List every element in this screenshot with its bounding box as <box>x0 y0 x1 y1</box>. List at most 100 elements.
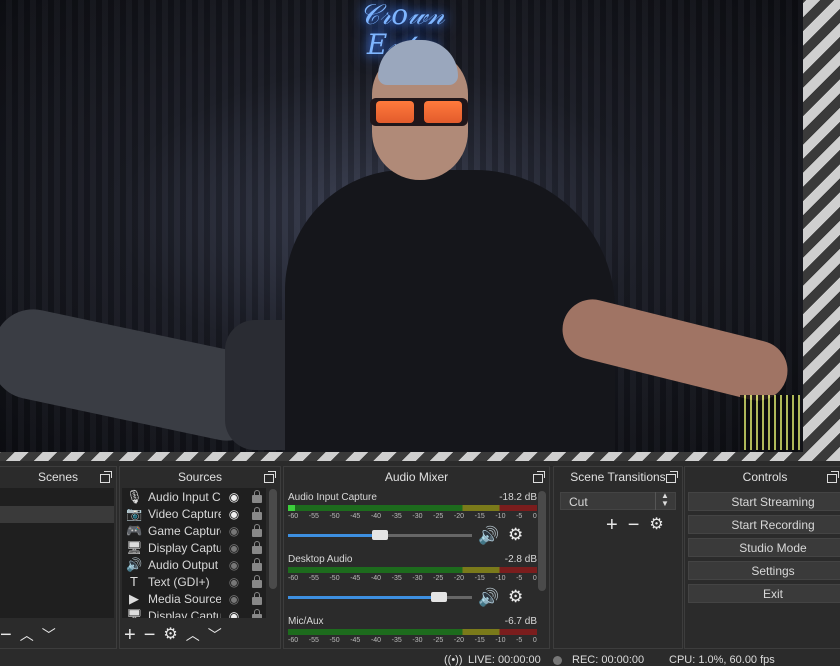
play-icon: ▶ <box>129 590 139 606</box>
sources-dock: Sources 🎙 Audio Input Ca ◉ 📷 Video Capture I… <box>119 466 281 649</box>
lock-icon[interactable] <box>252 609 262 618</box>
meter-tick: -35 <box>391 637 402 644</box>
studio-mode-button[interactable]: Studio Mode <box>688 538 840 557</box>
meter-tick: -55 <box>308 637 319 644</box>
meter-tick: 0 <box>532 513 537 520</box>
start-recording-button[interactable]: Start Recording <box>688 515 840 534</box>
lock-icon[interactable] <box>252 575 262 588</box>
spinner-icon[interactable]: ▲ ▼ <box>655 492 674 510</box>
mixer-channel: Desktop Audio -2.8 dB -60 -55 -50 -45 -40 -35 -3… <box>288 554 537 614</box>
eye-hidden-icon[interactable]: ◉ <box>226 592 242 606</box>
source-item[interactable]: 📷 Video Capture I ◉ <box>122 505 266 522</box>
gear-icon[interactable]: ⚙ <box>508 587 523 607</box>
sunglasses <box>370 98 468 126</box>
meter-tick: -60 <box>288 637 299 644</box>
video-preview: 𝒞𝓇𝑜𝓌𝓃𝐸𝓍𝓉𝓇𝒶 <box>0 0 803 452</box>
channel-db: -6.7 dB <box>504 616 537 627</box>
lock-icon[interactable] <box>252 558 262 571</box>
move-up-icon[interactable]: ︿ <box>186 625 200 645</box>
meter-tick: -20 <box>453 513 464 520</box>
add-transition-icon[interactable]: + <box>606 515 618 535</box>
meter-tick: -10 <box>495 575 506 582</box>
meter-tick: -15 <box>474 575 485 582</box>
gear-icon[interactable]: ⚙ <box>508 525 523 545</box>
eye-hidden-icon[interactable]: ◉ <box>226 541 242 555</box>
eye-icon[interactable]: ◉ <box>226 490 242 504</box>
eye-hidden-icon[interactable]: ◉ <box>226 575 242 589</box>
undock-icon[interactable] <box>827 471 839 483</box>
source-item[interactable]: 🎙 Audio Input Ca ◉ <box>122 488 266 505</box>
meter-tick: -30 <box>412 637 423 644</box>
eye-icon[interactable]: ◉ <box>226 609 242 619</box>
cpu-fps: CPU: 1.0%, 60.00 fps <box>669 654 775 666</box>
add-source-icon[interactable]: + <box>124 625 136 645</box>
live-timer: LIVE: 00:00:00 <box>468 654 541 666</box>
eye-hidden-icon[interactable]: ◉ <box>226 558 242 572</box>
source-item[interactable]: 🖥 Display Capture ◉ <box>122 607 266 618</box>
source-label: Game Capture <box>148 523 221 538</box>
meter-tick: -50 <box>329 637 340 644</box>
source-list[interactable]: 🎙 Audio Input Ca ◉ 📷 Video Capture I ◉ 🎮 Game C… <box>122 488 266 618</box>
remove-scene-icon[interactable]: − <box>0 625 12 645</box>
gear-icon[interactable]: ⚙ <box>163 625 177 645</box>
broadcast-icon: ((•)) <box>444 654 463 666</box>
controls-title: Controls <box>742 470 788 484</box>
settings-button[interactable]: Settings <box>688 561 840 580</box>
move-up-icon[interactable]: ︿ <box>20 625 34 645</box>
source-item[interactable]: T Text (GDI+) ◉ <box>122 573 266 590</box>
slider-handle[interactable] <box>430 592 447 602</box>
gear-icon[interactable]: ⚙ <box>649 515 663 535</box>
move-down-icon[interactable]: ﹀ <box>42 625 56 645</box>
start-streaming-button[interactable]: Start Streaming <box>688 492 840 511</box>
keyboard <box>740 395 800 450</box>
lock-icon[interactable] <box>252 592 262 605</box>
eye-icon[interactable]: ◉ <box>226 507 242 521</box>
lock-icon[interactable] <box>252 524 262 537</box>
preview-canvas[interactable]: 𝒞𝓇𝑜𝓌𝓃𝐸𝓍𝓉𝓇𝒶 <box>0 0 840 461</box>
undock-icon[interactable] <box>666 471 678 483</box>
speaker-icon[interactable]: 🔊 <box>478 526 499 546</box>
remove-transition-icon[interactable]: − <box>628 515 640 535</box>
volume-slider[interactable] <box>288 530 472 540</box>
scene-item-selected[interactable] <box>0 506 114 523</box>
scenes-dock: Scenes − ︿ ﹀ <box>0 466 117 649</box>
source-label: Audio Input Ca <box>148 489 221 504</box>
meter-tick: -50 <box>329 513 340 520</box>
meter-tick: -15 <box>474 513 485 520</box>
mixer-channel: Audio Input Capture -18.2 dB -60 -55 -50 -45-… <box>288 492 537 552</box>
scrollbar[interactable] <box>538 491 546 591</box>
eye-hidden-icon[interactable]: ◉ <box>226 524 242 538</box>
lock-icon[interactable] <box>252 507 262 520</box>
undock-icon[interactable] <box>264 471 276 483</box>
lock-icon[interactable] <box>252 541 262 554</box>
monitor-icon: 🖥 <box>126 607 143 619</box>
channel-name: Audio Input Capture <box>288 492 377 503</box>
volume-slider[interactable] <box>288 592 472 602</box>
volume-meter <box>288 567 537 573</box>
move-down-icon[interactable]: ﹀ <box>208 625 222 645</box>
meter-tick: -30 <box>412 513 423 520</box>
scrollbar[interactable] <box>269 489 277 589</box>
source-label: Display Capture <box>148 540 221 555</box>
source-item[interactable]: 🖥 Display Capture ◉ <box>122 539 266 556</box>
slider-handle[interactable] <box>372 530 388 540</box>
exit-button[interactable]: Exit <box>688 584 840 603</box>
lock-icon[interactable] <box>252 490 262 503</box>
source-item[interactable]: 🔊 Audio Output C ◉ <box>122 556 266 573</box>
sources-title: Sources <box>177 470 223 484</box>
scene-list[interactable] <box>0 488 114 618</box>
text-icon: T <box>130 574 138 589</box>
speaker-icon[interactable]: 🔊 <box>478 588 499 608</box>
remove-source-icon[interactable]: − <box>144 625 156 645</box>
channel-db: -18.2 dB <box>499 492 537 503</box>
speaker-icon: 🔊 <box>126 556 143 572</box>
meter-tick: 0 <box>532 575 537 582</box>
source-item[interactable]: ▶ Media Source ◉ <box>122 590 266 607</box>
undock-icon[interactable] <box>533 471 545 483</box>
source-item[interactable]: 🎮 Game Capture ◉ <box>122 522 266 539</box>
channel-db: -2.8 dB <box>504 554 537 565</box>
undock-icon[interactable] <box>100 471 112 483</box>
meter-tick: -25 <box>433 513 444 520</box>
meter-tick: -5 <box>516 637 523 644</box>
meter-tick: -60 <box>288 575 299 582</box>
